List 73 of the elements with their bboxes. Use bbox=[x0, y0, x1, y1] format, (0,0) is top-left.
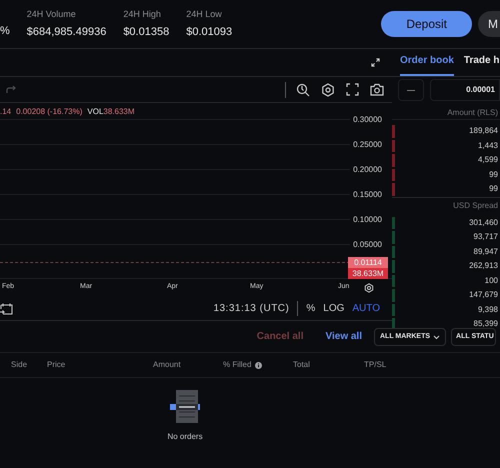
depth-bar bbox=[392, 140, 395, 152]
scale-option[interactable]: % bbox=[306, 300, 316, 316]
amount-cell: 147,679 bbox=[469, 289, 498, 302]
stat-value: $0.01358 bbox=[123, 25, 170, 40]
price-tick: 0.20000 bbox=[353, 164, 382, 176]
amount-cell: 1,443 bbox=[478, 140, 498, 152]
empty-list-icon bbox=[168, 390, 202, 423]
legend-text: 38.633M bbox=[103, 107, 135, 117]
panel-tab[interactable]: Trade hi bbox=[464, 53, 500, 76]
chevron-down-icon bbox=[433, 334, 440, 340]
legend-label: VOL bbox=[87, 107, 104, 117]
amount-cell: 9,398 bbox=[478, 304, 498, 316]
secondary-button[interactable]: M bbox=[478, 11, 500, 37]
column-header: TP/SL bbox=[364, 359, 386, 371]
volume-label: 38.633M bbox=[348, 268, 388, 279]
zoom-icon[interactable] bbox=[296, 82, 310, 96]
legend-text: .14 bbox=[0, 107, 12, 117]
empty-message: No orders bbox=[167, 431, 203, 443]
time-text: 13:31:13 (UTC) bbox=[213, 302, 290, 316]
scale-option[interactable]: LOG bbox=[323, 300, 344, 316]
column-header: Total bbox=[293, 359, 310, 371]
depth-bar bbox=[392, 231, 395, 244]
column-header: Price bbox=[47, 359, 66, 371]
last-price-label: 0.01114 bbox=[348, 257, 388, 268]
amount-cell: 100 bbox=[484, 274, 498, 287]
column-header: Amount bbox=[153, 359, 181, 371]
view-all-link[interactable]: View all bbox=[325, 328, 362, 344]
legend-text: 0.00208 (-16.73%) bbox=[16, 107, 82, 117]
expand-icon[interactable] bbox=[371, 58, 380, 67]
tick-size-field[interactable]: 0.00001 bbox=[430, 79, 500, 101]
amount-cell: 99 bbox=[489, 168, 498, 181]
calendar-icon[interactable] bbox=[0, 302, 13, 314]
depth-bar bbox=[392, 216, 395, 229]
amount-cell: 301,460 bbox=[469, 216, 498, 229]
depth-bar bbox=[392, 274, 395, 287]
info-icon[interactable] bbox=[255, 362, 262, 368]
depth-bar bbox=[392, 154, 395, 166]
depth-bar bbox=[392, 304, 395, 316]
stat-label: 24H High bbox=[123, 8, 162, 21]
depth-bar bbox=[392, 246, 395, 258]
spread-label: USD Spread bbox=[453, 200, 498, 212]
camera-icon[interactable] bbox=[370, 83, 384, 96]
amount-cell: 262,913 bbox=[469, 260, 498, 272]
stat-label: 24H Low bbox=[186, 8, 223, 20]
amount-cell: 89,947 bbox=[474, 246, 498, 258]
stat-value: $0.01093 bbox=[186, 25, 232, 40]
amount-cell: 4,599 bbox=[478, 154, 498, 166]
fullscreen-icon[interactable] bbox=[346, 83, 359, 96]
depth-bar bbox=[392, 168, 395, 181]
depth-bar bbox=[392, 183, 395, 196]
panel-tab[interactable]: Order book bbox=[400, 53, 454, 76]
column-header: Side bbox=[11, 359, 28, 371]
price-tick: 0.25000 bbox=[353, 138, 382, 150]
deposit-button[interactable]: Deposit bbox=[381, 11, 472, 37]
price-tick: 0.15000 bbox=[353, 188, 382, 200]
amount-cell: 93,717 bbox=[474, 231, 498, 244]
amount-cell: 189,864 bbox=[469, 125, 498, 138]
price-tick: 0.10000 bbox=[353, 214, 382, 226]
settings-icon[interactable] bbox=[321, 82, 335, 96]
depth-bar bbox=[392, 289, 395, 302]
stat-value: $684,985.49936 bbox=[26, 25, 106, 40]
price-tick: 0.30000 bbox=[353, 114, 382, 126]
depth-bar bbox=[392, 125, 395, 138]
settings-icon[interactable] bbox=[364, 282, 374, 292]
depth-bar bbox=[392, 260, 395, 272]
stat-value: % bbox=[0, 24, 10, 40]
amount-cell: 99 bbox=[489, 183, 498, 196]
amount-cell: 85,399 bbox=[474, 318, 498, 330]
price-tick: 0.05000 bbox=[353, 238, 382, 250]
stat-label: 24H Volume bbox=[26, 8, 77, 20]
scale-option[interactable]: AUTO bbox=[352, 300, 380, 316]
column-header: Amount (RLS) bbox=[447, 107, 499, 117]
column-header: % Filled bbox=[223, 359, 252, 371]
